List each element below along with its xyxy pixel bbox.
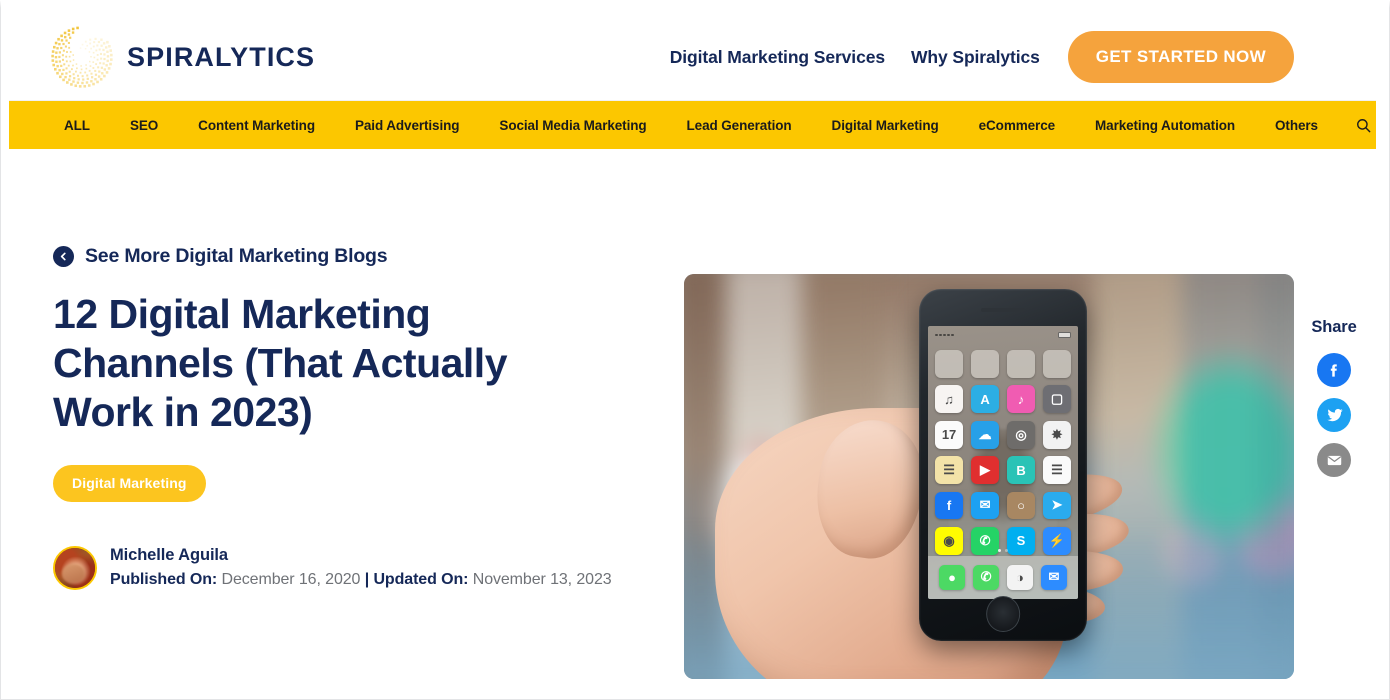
header-link-why-spiralytics[interactable]: Why Spiralytics — [911, 47, 1040, 68]
spiral-dots-logo-icon — [51, 26, 113, 88]
header-link-digital-marketing-services[interactable]: Digital Marketing Services — [670, 47, 885, 68]
share-twitter-button[interactable] — [1317, 398, 1351, 432]
header-nav: Digital Marketing Services Why Spiralyti… — [670, 31, 1376, 83]
smartphone-device: ♫ A ♪ ▢ 17 ☁ ◎ ✸ ☰ ▶ B ☰ f ✉ ○ ➤ ◉ ✆ S ⚡ ● ✆ ◑ ✉ — [918, 288, 1088, 641]
phone-app-icon: ○ — [1007, 491, 1035, 520]
phone-app-icon: ♪ — [1007, 385, 1035, 414]
category-link-others[interactable]: Others — [1255, 118, 1338, 133]
phone-app-icon — [935, 350, 963, 378]
phone-app-icon — [1043, 350, 1071, 378]
category-link-paid-advertising[interactable]: Paid Advertising — [335, 118, 479, 133]
page-title: 12 Digital Marketing Channels (That Actu… — [53, 291, 508, 435]
phone-app-grid: ♫ A ♪ ▢ 17 ☁ ◎ ✸ ☰ ▶ B ☰ f ✉ ○ ➤ ◉ ✆ S ⚡ — [935, 350, 1071, 555]
published-on-date: December 16, 2020 — [221, 570, 361, 588]
browser-page: SPIRALYTICS Digital Marketing Services W… — [0, 0, 1390, 700]
phone-dock-icon: ◑ — [1007, 564, 1033, 591]
category-link-seo[interactable]: SEO — [110, 118, 178, 133]
search-icon[interactable] — [1338, 118, 1389, 133]
updated-on-label: Updated On: — [373, 570, 469, 588]
article-hero-section: See More Digital Marketing Blogs 12 Digi… — [9, 149, 1376, 699]
phone-app-icon: ◎ — [1007, 420, 1035, 449]
home-button-icon — [986, 596, 1020, 632]
phone-app-icon: ✉ — [971, 491, 999, 520]
date-separator: | — [364, 570, 370, 588]
phone-app-icon: ▶ — [971, 456, 999, 485]
category-link-digital-marketing[interactable]: Digital Marketing — [812, 118, 959, 133]
see-more-blogs-label: See More Digital Marketing Blogs — [85, 245, 388, 267]
author-name: Michelle Aguila — [110, 546, 228, 564]
phone-dock-icon: ● — [939, 564, 965, 591]
get-started-now-button[interactable]: GET STARTED NOW — [1067, 31, 1294, 83]
phone-app-icon: ⚡ — [1043, 526, 1071, 555]
see-more-blogs-link[interactable]: See More Digital Marketing Blogs — [53, 245, 388, 268]
category-nav-bar: ALL SEO Content Marketing Paid Advertisi… — [9, 101, 1376, 149]
phone-app-icon: A — [971, 385, 999, 414]
published-on-label: Published On: — [110, 570, 218, 588]
site-header: SPIRALYTICS Digital Marketing Services W… — [9, 14, 1376, 101]
author-byline: Michelle Aguila Published On: December 1… — [53, 544, 653, 591]
phone-dock-icon: ✉ — [1041, 564, 1067, 591]
category-tag-badge[interactable]: Digital Marketing — [53, 465, 206, 502]
phone-app-icon: ➤ — [1043, 491, 1071, 520]
facebook-icon — [1330, 364, 1337, 377]
hero-image: ♫ A ♪ ▢ 17 ☁ ◎ ✸ ☰ ▶ B ☰ f ✉ ○ ➤ ◉ ✆ S ⚡ ● ✆ ◑ ✉ — [684, 274, 1294, 679]
phone-app-icon: ✸ — [1043, 420, 1071, 449]
category-nav-list: ALL SEO Content Marketing Paid Advertisi… — [64, 118, 1389, 133]
share-rail: Share — [1301, 318, 1367, 488]
category-link-marketing-automation[interactable]: Marketing Automation — [1075, 118, 1255, 133]
category-link-ecommerce[interactable]: eCommerce — [959, 118, 1075, 133]
phone-app-icon — [1007, 350, 1035, 378]
avatar — [53, 545, 97, 590]
phone-dock: ● ✆ ◑ ✉ — [927, 556, 1079, 599]
article-header-column: See More Digital Marketing Blogs 12 Digi… — [53, 245, 653, 591]
category-link-lead-generation[interactable]: Lead Generation — [667, 118, 812, 133]
phone-app-icon: 17 — [935, 420, 963, 449]
phone-app-icon: ▢ — [1043, 385, 1071, 414]
chevron-left-icon — [53, 246, 74, 267]
phone-app-icon: ☰ — [1043, 456, 1071, 485]
brand-logo-link[interactable]: SPIRALYTICS — [51, 26, 315, 88]
category-link-social-media-marketing[interactable]: Social Media Marketing — [479, 118, 666, 133]
phone-app-icon: ♫ — [935, 385, 963, 414]
email-icon — [1327, 455, 1341, 465]
phone-app-icon: ◉ — [935, 526, 963, 555]
category-link-content-marketing[interactable]: Content Marketing — [178, 118, 335, 133]
category-link-all[interactable]: ALL — [64, 118, 110, 133]
phone-dock-icon: ✆ — [973, 564, 999, 591]
phone-home-screen: ♫ A ♪ ▢ 17 ☁ ◎ ✸ ☰ ▶ B ☰ f ✉ ○ ➤ ◉ ✆ S ⚡ ● ✆ ◑ ✉ — [927, 325, 1079, 599]
twitter-icon — [1326, 408, 1343, 421]
phone-app-icon: f — [935, 491, 963, 520]
updated-on-date: November 13, 2023 — [472, 570, 612, 588]
phone-app-icon: S — [1007, 526, 1035, 555]
share-email-button[interactable] — [1317, 443, 1351, 477]
phone-status-bar — [928, 326, 1079, 345]
brand-name: SPIRALYTICS — [127, 41, 316, 72]
share-label: Share — [1311, 318, 1357, 336]
share-facebook-button[interactable] — [1317, 353, 1351, 387]
phone-app-icon: B — [1007, 456, 1035, 485]
phone-app-icon: ☰ — [935, 456, 963, 485]
author-meta: Michelle Aguila Published On: December 1… — [110, 544, 612, 591]
phone-app-icon — [971, 350, 999, 378]
publish-dates: Published On: December 16, 2020 | Update… — [110, 568, 612, 591]
phone-app-icon: ☁ — [971, 420, 999, 449]
phone-app-icon: ✆ — [971, 526, 999, 555]
